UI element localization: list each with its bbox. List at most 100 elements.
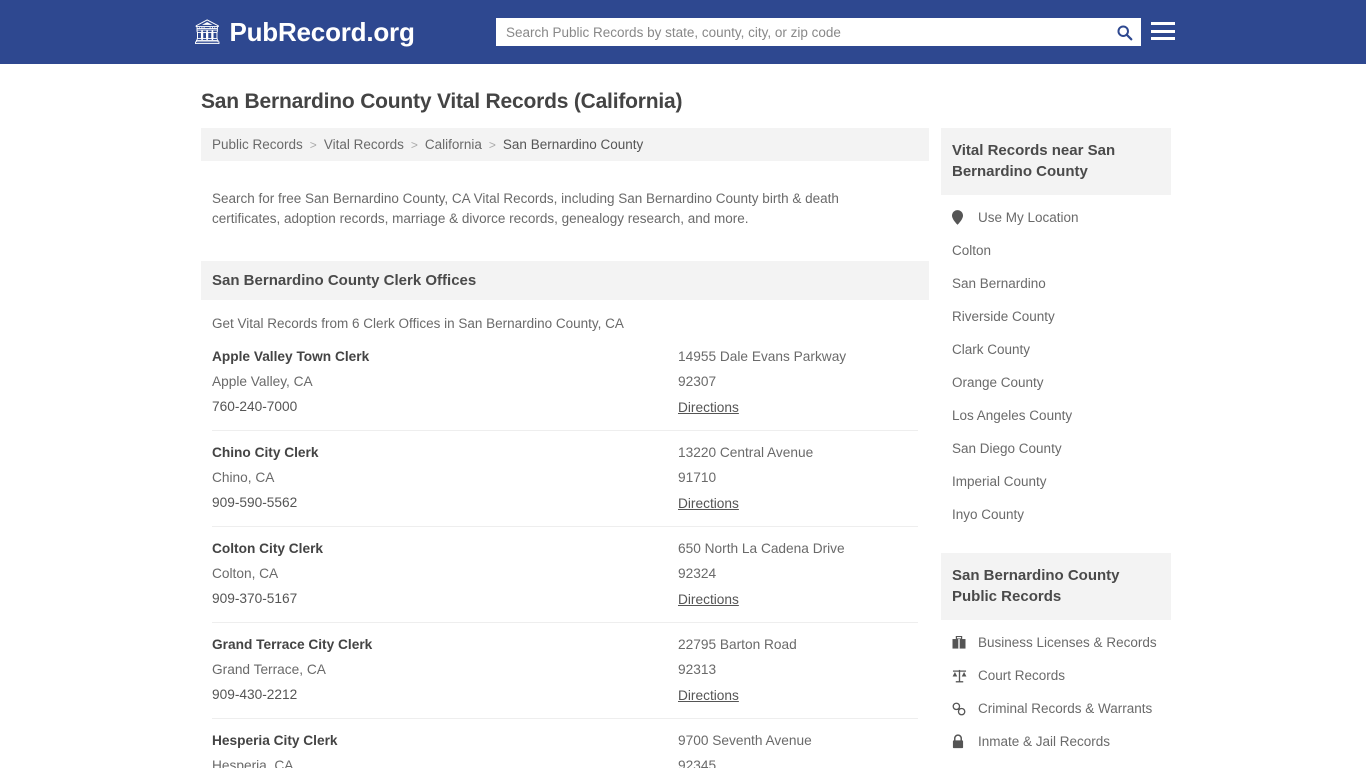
sidebar-item-clark-county[interactable]: Clark County (941, 333, 1171, 366)
briefcase-icon (952, 636, 969, 649)
page-body: San Bernardino County Vital Records (Cal… (0, 64, 1366, 768)
directions-link[interactable]: Directions (678, 688, 739, 703)
office-street: 9700 Seventh Avenue (678, 732, 812, 748)
search-bar (496, 18, 1141, 46)
clerk-offices-section-heading: San Bernardino County Clerk Offices (201, 260, 929, 300)
breadcrumb-item-vital-records[interactable]: Vital Records (324, 137, 404, 152)
sidebar-item-label: Los Angeles County (952, 408, 1073, 423)
breadcrumb-item-public-records[interactable]: Public Records (212, 137, 303, 152)
sidebar-nearby-list: Use My Location Colton San Bernardino Ri… (941, 195, 1171, 531)
office-right-column: 13220 Central Avenue 91710 Directions (678, 445, 918, 513)
office-zip: 92313 (678, 661, 717, 677)
office-row: Apple Valley Town Clerk Apple Valley, CA… (212, 343, 918, 430)
office-row: Colton City Clerk Colton, CA 909-370-516… (212, 525, 918, 622)
hamburger-bar (1151, 22, 1175, 25)
directions-link[interactable]: Directions (678, 592, 739, 607)
classical-building-icon: 🏛 (192, 19, 223, 46)
hamburger-bar (1151, 37, 1175, 40)
office-phone: 909-430-2212 (212, 686, 298, 702)
breadcrumb-item-san-bernardino-county: San Bernardino County (502, 137, 644, 152)
hamburger-bar (1151, 29, 1175, 33)
sidebar-item-label: Use My Location (978, 210, 1079, 225)
office-city-state: Apple Valley, CA (212, 373, 313, 389)
office-zip: 92307 (678, 373, 717, 389)
sidebar-item-label: Business Licenses & Records (978, 635, 1157, 650)
sidebar-item-inmate-jail-records[interactable]: Inmate & Jail Records (941, 725, 1171, 758)
office-street: 22795 Barton Road (678, 636, 797, 652)
sidebar-item-business-licenses-records[interactable]: Business Licenses & Records (941, 626, 1171, 659)
sidebar-item-label: Inmate & Jail Records (978, 734, 1111, 749)
sidebar-item-label: Clark County (952, 342, 1031, 357)
sidebar-public-records-heading: San Bernardino County Public Records (941, 553, 1171, 620)
sidebar-item-colton[interactable]: Colton (941, 234, 1171, 267)
sidebar-nearby-heading: Vital Records near San Bernardino County (941, 128, 1171, 195)
search-input[interactable] (496, 19, 1107, 45)
breadcrumb-separator: > (309, 137, 317, 152)
office-right-column: 22795 Barton Road 92313 Directions (678, 637, 918, 705)
office-name: Grand Terrace City Clerk (212, 636, 373, 652)
sidebar-public-records-block: San Bernardino County Public Records Bus… (941, 553, 1171, 758)
hamburger-menu-icon[interactable] (1151, 20, 1175, 42)
sidebar: Vital Records near San Bernardino County… (941, 64, 1171, 758)
sidebar-item-los-angeles-county[interactable]: Los Angeles County (941, 399, 1171, 432)
office-city-state: Grand Terrace, CA (212, 661, 326, 677)
office-zip: 91710 (678, 469, 717, 485)
map-pin-icon (952, 210, 969, 225)
office-name: Colton City Clerk (212, 540, 324, 556)
office-row: Hesperia City Clerk Hesperia, CA 760-947… (212, 717, 918, 768)
brand-name: PubRecord.org (229, 16, 415, 47)
main-content: San Bernardino County Vital Records (Cal… (201, 64, 929, 768)
breadcrumb: Public Records > Vital Records > Califor… (201, 128, 929, 161)
sidebar-item-imperial-county[interactable]: Imperial County (941, 465, 1171, 498)
site-header: 🏛 PubRecord.org (0, 0, 1366, 64)
clerk-offices-subheading: Get Vital Records from 6 Clerk Offices i… (212, 315, 624, 331)
sidebar-item-label: Inyo County (952, 507, 1025, 522)
office-zip: 92345 (678, 757, 717, 768)
sidebar-item-court-records[interactable]: Court Records (941, 659, 1171, 692)
sidebar-item-san-diego-county[interactable]: San Diego County (941, 432, 1171, 465)
sidebar-item-criminal-records-warrants[interactable]: Criminal Records & Warrants (941, 692, 1171, 725)
office-row: Chino City Clerk Chino, CA 909-590-5562 … (212, 429, 918, 526)
sidebar-item-san-bernardino[interactable]: San Bernardino (941, 267, 1171, 300)
lock-icon (952, 734, 969, 749)
office-left-column: Apple Valley Town Clerk Apple Valley, CA… (212, 349, 678, 417)
page-title: San Bernardino County Vital Records (Cal… (201, 90, 683, 113)
office-phone: 909-370-5167 (212, 590, 298, 606)
breadcrumb-item-california[interactable]: California (425, 137, 482, 152)
directions-link[interactable]: Directions (678, 400, 739, 415)
office-city-state: Chino, CA (212, 469, 275, 485)
sidebar-item-use-my-location[interactable]: Use My Location (941, 201, 1171, 234)
clerk-offices-list: Apple Valley Town Clerk Apple Valley, CA… (201, 343, 929, 768)
office-street: 650 North La Cadena Drive (678, 540, 845, 556)
handcuffs-icon (952, 702, 969, 716)
directions-link[interactable]: Directions (678, 496, 739, 511)
sidebar-item-label: Orange County (952, 375, 1044, 390)
office-street: 14955 Dale Evans Parkway (678, 348, 847, 364)
office-name: Apple Valley Town Clerk (212, 348, 370, 364)
sidebar-item-riverside-county[interactable]: Riverside County (941, 300, 1171, 333)
office-phone: 760-240-7000 (212, 398, 298, 414)
office-phone: 909-590-5562 (212, 494, 298, 510)
office-left-column: Grand Terrace City Clerk Grand Terrace, … (212, 637, 678, 705)
search-button[interactable] (1107, 18, 1141, 46)
sidebar-item-label: Colton (952, 243, 992, 258)
scales-of-justice-icon (952, 669, 969, 683)
sidebar-item-label: San Diego County (952, 441, 1062, 456)
office-right-column: 650 North La Cadena Drive 92324 Directio… (678, 541, 918, 609)
page-intro-text: Search for free San Bernardino County, C… (212, 190, 839, 226)
sidebar-item-label: Riverside County (952, 309, 1055, 324)
breadcrumb-separator: > (410, 137, 418, 152)
sidebar-item-label: Criminal Records & Warrants (978, 701, 1153, 716)
office-city-state: Colton, CA (212, 565, 279, 581)
office-street: 13220 Central Avenue (678, 444, 814, 460)
sidebar-public-records-list: Business Licenses & Records Court Record… (941, 620, 1171, 758)
search-icon (1116, 24, 1132, 40)
office-name: Hesperia City Clerk (212, 732, 338, 748)
office-zip: 92324 (678, 565, 717, 581)
office-left-column: Colton City Clerk Colton, CA 909-370-516… (212, 541, 678, 609)
brand-logo-link[interactable]: 🏛 PubRecord.org (192, 17, 415, 48)
sidebar-item-orange-county[interactable]: Orange County (941, 366, 1171, 399)
sidebar-item-inyo-county[interactable]: Inyo County (941, 498, 1171, 531)
sidebar-item-label: Imperial County (952, 474, 1047, 489)
sidebar-item-label: Court Records (978, 668, 1066, 683)
